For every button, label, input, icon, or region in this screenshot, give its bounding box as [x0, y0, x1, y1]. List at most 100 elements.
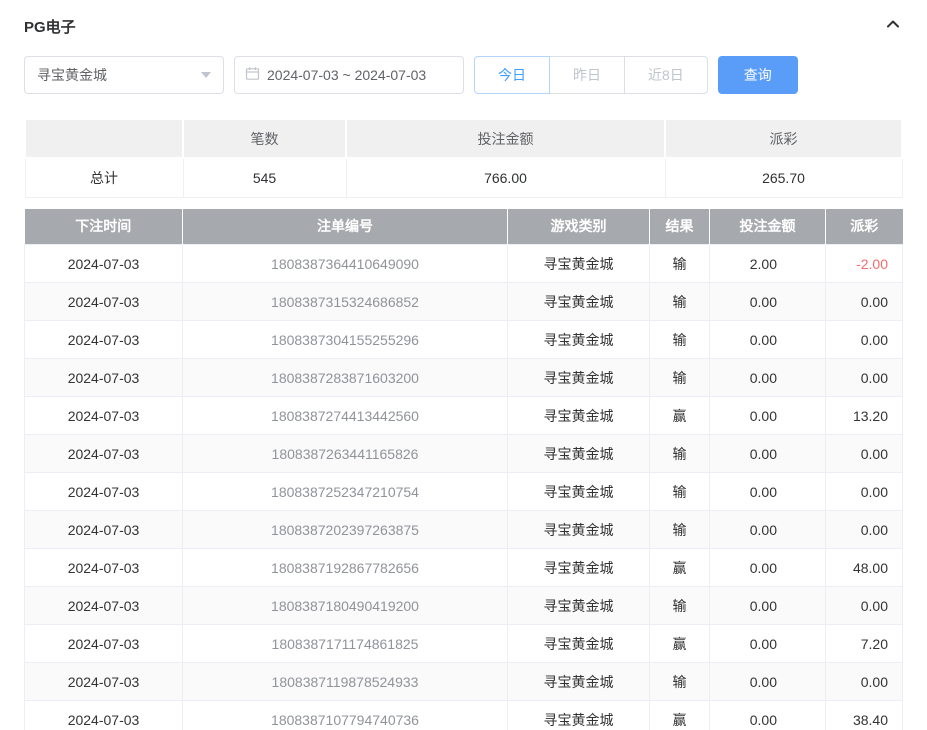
column-header-game-type: 游戏类别 [508, 209, 650, 245]
order-number-cell: 1808387283871603200 [183, 359, 508, 397]
game-type-cell: 寻宝黄金城 [508, 321, 650, 359]
quick-range-last8days-button[interactable]: 近8日 [624, 56, 708, 94]
table-row: 2024-07-031808387202397263875寻宝黄金城输0.000… [25, 511, 903, 549]
summary-total-label: 总计 [25, 158, 183, 197]
summary-table: 笔数 投注金额 派彩 总计 545 766.00 265.70 [24, 118, 903, 198]
order-number-cell: 1808387171174861825 [183, 625, 508, 663]
result-cell: 输 [650, 283, 710, 321]
order-number-cell: 1808387180490419200 [183, 587, 508, 625]
summary-total-payout: 265.70 [665, 158, 902, 197]
bet-time-cell: 2024-07-03 [25, 321, 183, 359]
bet-amount-cell: 0.00 [710, 321, 826, 359]
bet-table-body: 2024-07-031808387364410649090寻宝黄金城输2.00-… [25, 245, 903, 730]
table-row: 2024-07-031808387252347210754寻宝黄金城输0.000… [25, 473, 903, 511]
result-cell: 输 [650, 473, 710, 511]
panel-header: PG电子 [24, 14, 903, 38]
bet-time-cell: 2024-07-03 [25, 549, 183, 587]
table-row: 2024-07-031808387119878524933寻宝黄金城输0.000… [25, 663, 903, 701]
table-row: 2024-07-031808387263441165826寻宝黄金城输0.000… [25, 435, 903, 473]
bet-amount-cell: 0.00 [710, 663, 826, 701]
quick-range-today-button[interactable]: 今日 [474, 56, 550, 94]
game-type-cell: 寻宝黄金城 [508, 663, 650, 701]
table-row: 2024-07-031808387180490419200寻宝黄金城输0.000… [25, 587, 903, 625]
bet-amount-cell: 0.00 [710, 625, 826, 663]
calendar-icon [245, 66, 260, 84]
order-number-cell: 1808387364410649090 [183, 245, 508, 283]
bet-amount-cell: 0.00 [710, 701, 826, 730]
game-type-cell: 寻宝黄金城 [508, 473, 650, 511]
table-row: 2024-07-031808387364410649090寻宝黄金城输2.00-… [25, 245, 903, 283]
order-number-cell: 1808387263441165826 [183, 435, 508, 473]
result-cell: 赢 [650, 701, 710, 730]
result-cell: 输 [650, 435, 710, 473]
payout-cell: 0.00 [826, 663, 903, 701]
payout-cell: 13.20 [826, 397, 903, 435]
summary-header-count: 笔数 [183, 119, 346, 158]
payout-cell: 7.20 [826, 625, 903, 663]
table-row: 2024-07-031808387283871603200寻宝黄金城输0.000… [25, 359, 903, 397]
chevron-up-icon [885, 16, 901, 37]
collapse-button[interactable] [883, 16, 903, 36]
column-header-payout: 派彩 [826, 209, 903, 245]
bet-time-cell: 2024-07-03 [25, 511, 183, 549]
payout-cell: 0.00 [826, 511, 903, 549]
bet-amount-cell: 0.00 [710, 587, 826, 625]
pg-game-records-panel: PG电子 寻宝黄金城 2024-07-03 ~ 20 [0, 0, 927, 730]
result-cell: 输 [650, 245, 710, 283]
result-cell: 输 [650, 321, 710, 359]
bet-time-cell: 2024-07-03 [25, 435, 183, 473]
filter-bar: 寻宝黄金城 2024-07-03 ~ 2024-07-03 今日昨日近8日 查询 [24, 56, 903, 94]
payout-cell: -2.00 [826, 245, 903, 283]
game-type-cell: 寻宝黄金城 [508, 625, 650, 663]
result-cell: 输 [650, 663, 710, 701]
bet-time-cell: 2024-07-03 [25, 663, 183, 701]
order-number-cell: 1808387119878524933 [183, 663, 508, 701]
order-number-cell: 1808387107794740736 [183, 701, 508, 730]
game-type-cell: 寻宝黄金城 [508, 359, 650, 397]
bet-time-cell: 2024-07-03 [25, 283, 183, 321]
bet-time-cell: 2024-07-03 [25, 359, 183, 397]
game-type-cell: 寻宝黄金城 [508, 397, 650, 435]
result-cell: 输 [650, 587, 710, 625]
bet-time-cell: 2024-07-03 [25, 701, 183, 730]
payout-cell: 0.00 [826, 587, 903, 625]
bet-amount-cell: 0.00 [710, 473, 826, 511]
search-button[interactable]: 查询 [718, 56, 798, 94]
bet-table-header-row: 下注时间 注单编号 游戏类别 结果 投注金额 派彩 [25, 209, 903, 245]
bet-amount-cell: 0.00 [710, 511, 826, 549]
order-number-cell: 1808387304155255296 [183, 321, 508, 359]
result-cell: 输 [650, 359, 710, 397]
game-type-cell: 寻宝黄金城 [508, 511, 650, 549]
panel-title: PG电子 [24, 16, 76, 37]
payout-cell: 0.00 [826, 435, 903, 473]
chevron-down-icon [201, 72, 211, 78]
summary-header-blank [25, 119, 183, 158]
summary-total-row: 总计 545 766.00 265.70 [25, 158, 902, 197]
game-select-value: 寻宝黄金城 [37, 65, 107, 85]
bet-time-cell: 2024-07-03 [25, 245, 183, 283]
bet-time-cell: 2024-07-03 [25, 587, 183, 625]
bet-amount-cell: 0.00 [710, 397, 826, 435]
bet-time-cell: 2024-07-03 [25, 473, 183, 511]
game-type-cell: 寻宝黄金城 [508, 245, 650, 283]
order-number-cell: 1808387202397263875 [183, 511, 508, 549]
date-range-picker[interactable]: 2024-07-03 ~ 2024-07-03 [234, 56, 464, 94]
result-cell: 赢 [650, 397, 710, 435]
bet-amount-cell: 2.00 [710, 245, 826, 283]
result-cell: 赢 [650, 625, 710, 663]
summary-header-payout: 派彩 [665, 119, 902, 158]
bet-amount-cell: 0.00 [710, 283, 826, 321]
summary-header-bet-amount: 投注金额 [346, 119, 665, 158]
bet-time-cell: 2024-07-03 [25, 625, 183, 663]
result-cell: 输 [650, 511, 710, 549]
payout-cell: 0.00 [826, 321, 903, 359]
payout-cell: 0.00 [826, 359, 903, 397]
summary-header-row: 笔数 投注金额 派彩 [25, 119, 902, 158]
game-type-cell: 寻宝黄金城 [508, 587, 650, 625]
quick-range-yesterday-button[interactable]: 昨日 [549, 56, 625, 94]
payout-cell: 0.00 [826, 283, 903, 321]
table-row: 2024-07-031808387107794740736寻宝黄金城赢0.003… [25, 701, 903, 730]
game-type-cell: 寻宝黄金城 [508, 435, 650, 473]
payout-cell: 38.40 [826, 701, 903, 730]
game-select[interactable]: 寻宝黄金城 [24, 56, 224, 94]
